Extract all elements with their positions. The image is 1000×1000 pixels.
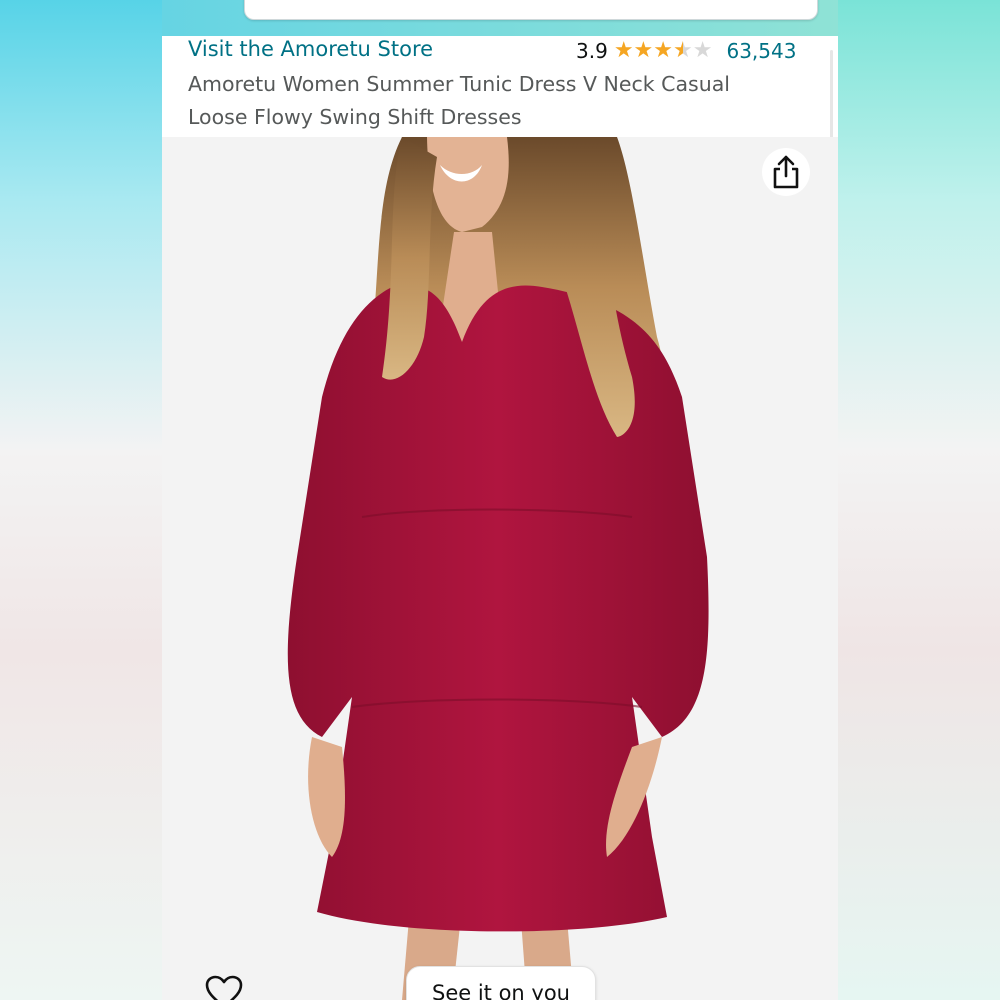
product-image[interactable] <box>162 137 838 1000</box>
product-photo <box>162 137 838 1000</box>
star-icon: ★ <box>633 38 654 63</box>
wishlist-button[interactable] <box>204 975 244 1000</box>
rating-value: 3.9 <box>576 39 608 63</box>
heart-icon <box>205 975 243 1000</box>
share-button[interactable] <box>762 148 810 196</box>
background-right <box>838 0 1000 1000</box>
star-icon: ★ <box>653 38 674 63</box>
search-bar[interactable] <box>244 0 818 20</box>
background-left <box>0 0 162 1000</box>
see-it-on-you-button[interactable]: See it on you <box>406 966 596 1000</box>
rating[interactable]: 3.9 ★ ★ ★ ★ ★ 63,543 <box>576 37 796 65</box>
star-half-icon: ★ <box>673 38 693 63</box>
star-empty-icon: ★ <box>692 38 713 63</box>
header-bar <box>162 0 838 36</box>
store-link[interactable]: Visit the Amoretu Store <box>188 37 433 61</box>
rating-count[interactable]: 63,543 <box>726 39 796 63</box>
star-rating: ★ ★ ★ ★ ★ <box>614 40 713 62</box>
share-icon <box>773 155 799 189</box>
product-title: Amoretu Women Summer Tunic Dress V Neck … <box>188 72 730 129</box>
star-icon: ★ <box>613 38 634 63</box>
phone-screen: Visit the Amoretu Store 3.9 ★ ★ ★ ★ ★ 63… <box>162 0 838 1000</box>
